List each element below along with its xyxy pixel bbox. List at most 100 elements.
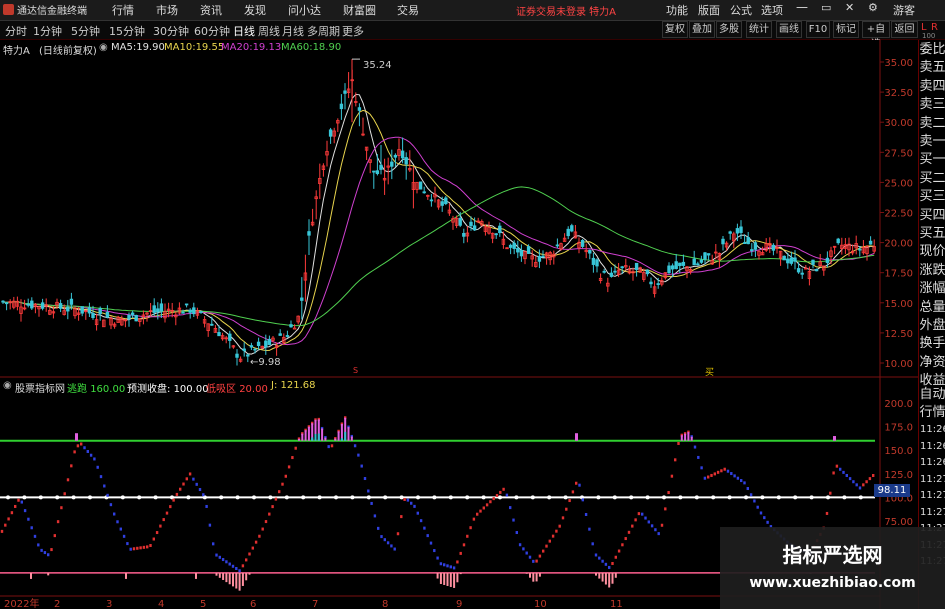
minimize-icon[interactable]: — bbox=[796, 0, 808, 14]
menu-function[interactable]: 功能 bbox=[666, 2, 688, 18]
date-axis-label: 6 bbox=[250, 599, 256, 609]
j-curve-segment bbox=[449, 565, 452, 569]
tick-time: 11:26 bbox=[920, 440, 945, 452]
maximize-icon[interactable]: ▭ bbox=[821, 1, 831, 14]
quote-field-label: 卖一 bbox=[919, 134, 945, 149]
j-curve-segment bbox=[96, 465, 99, 469]
menu-formula[interactable]: 公式 bbox=[730, 2, 752, 18]
indicator-axis-label: 200.0 bbox=[884, 399, 913, 410]
j-curve-segment bbox=[452, 566, 456, 570]
escape-value: 逃跑 160.00 bbox=[67, 384, 126, 395]
overlay-button[interactable]: 叠加 bbox=[689, 21, 715, 38]
j-curve-segment bbox=[235, 567, 238, 571]
j-curve-segment bbox=[99, 475, 103, 479]
j-curve-segment bbox=[575, 481, 578, 485]
j-curve-segment bbox=[162, 518, 165, 522]
forecast-dot bbox=[334, 495, 338, 500]
tab-1min[interactable]: 1分钟 bbox=[33, 23, 62, 39]
tab-multi[interactable]: 多周期 bbox=[307, 23, 340, 39]
candle-body bbox=[181, 311, 185, 314]
tab-weekly[interactable]: 周线 bbox=[258, 23, 280, 39]
j-curve-segment bbox=[205, 504, 208, 508]
j-curve-segment bbox=[89, 453, 93, 457]
candle-body bbox=[667, 265, 671, 274]
menu-options[interactable]: 选项 bbox=[761, 2, 783, 18]
candle-body bbox=[858, 248, 862, 251]
j-curve-segment bbox=[353, 444, 357, 448]
j-curve-segment bbox=[278, 490, 281, 494]
quote-mode-label[interactable]: 自动 bbox=[919, 385, 945, 404]
sell-marker: S bbox=[353, 366, 359, 375]
tab-5min[interactable]: 5分钟 bbox=[71, 23, 100, 39]
j-curve-segment bbox=[845, 473, 848, 477]
candle-body bbox=[422, 191, 426, 194]
j-curve-segment bbox=[245, 558, 248, 562]
tab-30min[interactable]: 30分钟 bbox=[153, 23, 189, 39]
add-watchlist-button[interactable]: +自选 bbox=[862, 21, 890, 50]
mark-button[interactable]: 标记 bbox=[833, 21, 859, 38]
menu-assistant[interactable]: 问小达 bbox=[288, 2, 321, 18]
j-curve-segment bbox=[116, 520, 119, 524]
forecast-dot bbox=[186, 495, 191, 500]
settings-icon[interactable]: ⚙ bbox=[868, 1, 878, 14]
escape-bar bbox=[75, 433, 78, 441]
guest-label[interactable]: 游客 bbox=[893, 2, 915, 18]
tab-daily[interactable]: 日线 bbox=[233, 23, 255, 39]
j-curve-segment bbox=[522, 547, 525, 551]
forecast-dot bbox=[284, 495, 289, 500]
tab-15min[interactable]: 15分钟 bbox=[109, 23, 145, 39]
j-curve-segment bbox=[538, 554, 542, 558]
j-curve-segment bbox=[865, 480, 868, 484]
draw-button[interactable]: 画线 bbox=[776, 21, 802, 38]
j-curve-segment bbox=[829, 491, 832, 495]
j-curve-segment bbox=[571, 490, 575, 494]
tab-60min[interactable]: 60分钟 bbox=[194, 23, 230, 39]
candle-body bbox=[253, 348, 257, 351]
watermark-url: www.xuezhibiao.com bbox=[749, 575, 916, 591]
forecast-dot bbox=[88, 495, 92, 500]
candle-body bbox=[264, 340, 268, 348]
low-buy-bar bbox=[30, 572, 32, 579]
back-button[interactable]: 返回 bbox=[891, 21, 918, 38]
candle-body bbox=[285, 335, 290, 337]
escape-bar bbox=[334, 438, 337, 441]
login-notice[interactable]: 证券交易未登录 特力A bbox=[516, 3, 616, 18]
j-curve-segment bbox=[700, 466, 703, 470]
j-curve-segment bbox=[393, 547, 396, 551]
kline-chart[interactable]: 35.00 32.50 30.00 27.50 25.00 22.50 20.00 17.50… bbox=[0, 40, 918, 609]
j-curve-segment bbox=[93, 457, 96, 461]
multi-stock-button[interactable]: 多股 bbox=[716, 21, 742, 38]
menu-wealth[interactable]: 财富圈 bbox=[343, 2, 376, 18]
menu-quotes[interactable]: 行情 bbox=[112, 2, 134, 18]
j-curve-segment bbox=[14, 504, 17, 508]
menu-news[interactable]: 资讯 bbox=[200, 2, 222, 18]
j-curve-segment bbox=[86, 449, 89, 453]
j-curve-segment bbox=[584, 513, 588, 517]
tab-more[interactable]: 更多 bbox=[342, 23, 364, 39]
candle-body bbox=[753, 242, 758, 250]
f10-button[interactable]: F10 bbox=[806, 21, 830, 38]
menu-trade[interactable]: 交易 bbox=[397, 2, 419, 18]
menu-discover[interactable]: 发现 bbox=[244, 2, 266, 18]
candle-body bbox=[87, 307, 92, 314]
tab-monthly[interactable]: 月线 bbox=[282, 23, 304, 39]
tick-time: 11:26 bbox=[920, 424, 945, 435]
forecast-dot bbox=[760, 495, 765, 500]
close-icon[interactable]: ✕ bbox=[845, 1, 854, 14]
settings-dot-icon[interactable]: ◉ bbox=[99, 42, 108, 53]
j-curve-segment bbox=[509, 506, 512, 510]
indicator-settings-icon[interactable]: ◉ bbox=[3, 380, 12, 391]
stats-button[interactable]: 统计 bbox=[746, 21, 772, 38]
tab-intraday[interactable]: 分时 bbox=[5, 23, 27, 39]
forecast-dot bbox=[399, 495, 404, 500]
quote-mode-label[interactable]: 行情 bbox=[919, 403, 945, 422]
adjust-button[interactable]: 复权 bbox=[662, 21, 688, 38]
menu-layout[interactable]: 版面 bbox=[698, 2, 720, 18]
j-curve-segment bbox=[479, 509, 482, 513]
menu-market[interactable]: 市场 bbox=[156, 2, 178, 18]
j-curve-segment bbox=[439, 562, 443, 566]
forecast-dot bbox=[219, 495, 224, 500]
quote-field-label: 买四 bbox=[919, 207, 945, 223]
candle-body bbox=[746, 237, 750, 245]
j-curve-segment bbox=[155, 531, 159, 535]
